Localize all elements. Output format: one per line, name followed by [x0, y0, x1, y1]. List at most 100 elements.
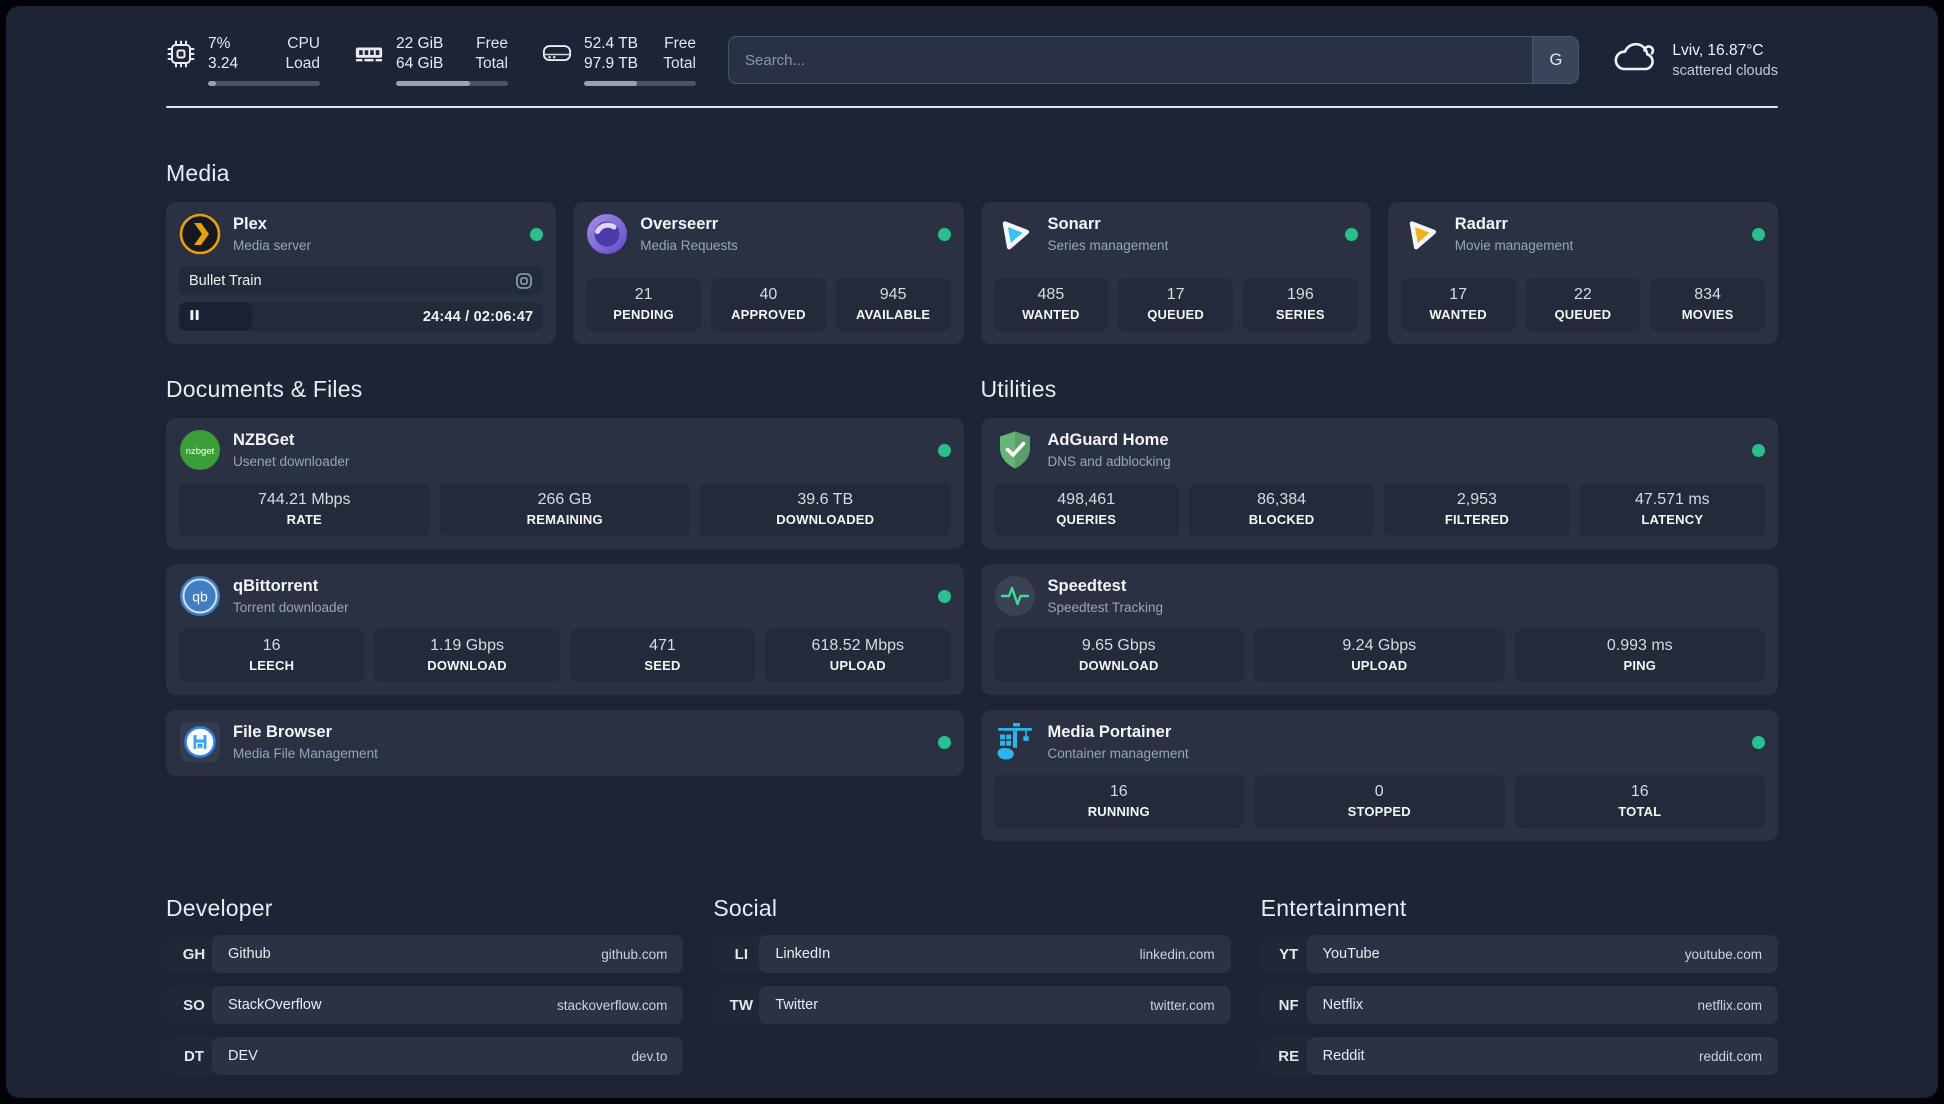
speedtest-pulse-icon [994, 575, 1036, 617]
stats-row: 16 LEECH 1.19 Gbps DOWNLOAD 471 SEED 618… [179, 617, 951, 683]
system-stats: 7% CPU 3.24 Load 22 GiB Free 64 GiB Tota… [166, 34, 696, 87]
card-overseerr[interactable]: Overseerr Media Requests 21 PENDING 40 A… [573, 202, 964, 345]
link-row[interactable]: GH Github github.com [166, 935, 684, 974]
app-title: AdGuard Home [1047, 431, 1169, 450]
stat-label: LEECH [249, 658, 295, 674]
stat-box: 39.6 TB DOWNLOADED [700, 483, 951, 537]
stat-value: 22 [1573, 286, 1592, 304]
stat-value: 16 [262, 637, 281, 655]
app-subtitle: Speedtest Tracking [1047, 600, 1164, 616]
google-search-button[interactable]: G [1532, 37, 1579, 84]
stat-box: 2,953 FILTERED [1384, 483, 1570, 537]
qbittorrent-icon: qb [179, 575, 221, 617]
stat-value: 744.21 Mbps [257, 491, 351, 509]
stat-box: 0.993 ms PING [1514, 629, 1765, 683]
stat-label: LATENCY [1641, 512, 1704, 528]
link-row[interactable]: NF Netflix netflix.com [1260, 986, 1778, 1025]
card-qbittorrent[interactable]: qb qBittorrent Torrent downloader 16 LEE [166, 564, 964, 696]
section-title-documents: Documents & Files [166, 376, 363, 403]
ram-total-label: Total [475, 55, 508, 73]
link-row[interactable]: YT YouTube youtube.com [1260, 935, 1778, 974]
stat-box: 0 STOPPED [1254, 775, 1505, 829]
documents-column: Documents & Files nzbget NZBGet Usenet d… [166, 376, 964, 777]
stat-value: 9.24 Gbps [1342, 637, 1417, 655]
status-dot [530, 227, 544, 241]
playback-progress-bar[interactable]: 24:44 / 02:06:47 [179, 302, 544, 332]
stat-value: 0 [1374, 783, 1384, 801]
ram-stat: 22 GiB Free 64 GiB Total [354, 34, 508, 87]
card-filebrowser[interactable]: File Browser Media File Management [166, 710, 964, 777]
status-dot [1752, 735, 1765, 749]
stat-box: 16 RUNNING [993, 775, 1244, 829]
status-dot [937, 735, 951, 749]
stat-label: TOTAL [1618, 804, 1662, 820]
camera-icon [515, 272, 533, 290]
now-playing-widget: Bullet Train 24:44 / 02:06:47 [179, 255, 544, 332]
utilities-column: Utilities AdGuard Home DNS and adblockin… [980, 376, 1778, 842]
link-row[interactable]: RE Reddit reddit.com [1260, 1037, 1778, 1076]
section-title-utilities: Utilities [980, 376, 1057, 403]
stats-row: 744.21 Mbps RATE 266 GB REMAINING 39.6 T… [179, 471, 951, 537]
card-plex[interactable]: Plex Media server Bullet Train 24:44 / 0… [166, 202, 557, 345]
cpu-icon [166, 39, 196, 69]
stat-label: SERIES [1275, 307, 1325, 323]
link-url: stackoverflow.com [557, 997, 668, 1013]
card-adguard[interactable]: AdGuard Home DNS and adblocking 498,461 … [980, 418, 1778, 550]
portainer-crane-icon [994, 721, 1036, 763]
filebrowser-icon [179, 721, 221, 763]
stat-box: 834 MOVIES [1650, 278, 1765, 332]
status-dot [1752, 443, 1765, 457]
app-subtitle: DNS and adblocking [1047, 454, 1171, 470]
stat-label: WANTED [1429, 307, 1487, 323]
stat-box: 485 WANTED [993, 278, 1109, 332]
now-playing-row[interactable]: Bullet Train [179, 266, 544, 296]
card-radarr[interactable]: Radarr Movie management 17 WANTED 22 QUE… [1387, 202, 1778, 345]
ram-icon [354, 39, 384, 69]
app-subtitle: Series management [1047, 238, 1169, 254]
card-nzbget[interactable]: nzbget NZBGet Usenet downloader 744.21 M… [166, 418, 964, 550]
stat-label: DOWNLOAD [1078, 658, 1159, 674]
section-title-entertainment: Entertainment [1260, 895, 1407, 922]
app-title: NZBGet [233, 431, 295, 450]
app-subtitle: Media File Management [233, 746, 378, 762]
playback-time: 24:44 / 02:06:47 [422, 308, 534, 325]
cloud-icon [1611, 38, 1659, 83]
stat-box: 17 WANTED [1400, 278, 1516, 332]
stat-value: 17 [1449, 286, 1468, 304]
developer-links: Developer GH Github github.com SO StackO… [166, 895, 684, 1076]
dashboard-window: 7% CPU 3.24 Load 22 GiB Free 64 GiB Tota… [6, 6, 1938, 1098]
stat-label: WANTED [1022, 307, 1080, 323]
stat-label: PENDING [613, 307, 674, 323]
disk-total: 97.9 TB [584, 55, 639, 73]
app-title: File Browser [233, 723, 333, 742]
stats-row: 485 WANTED 17 QUEUED 196 SERIES [993, 266, 1358, 332]
stat-label: PING [1623, 658, 1657, 674]
card-portainer[interactable]: Media Portainer Container management 16 … [980, 710, 1778, 842]
stats-row: 21 PENDING 40 APPROVED 945 AVAILABLE [586, 266, 951, 332]
stat-box: 196 SERIES [1243, 278, 1358, 332]
card-sonarr[interactable]: Sonarr Series management 485 WANTED 17 Q… [980, 202, 1371, 345]
stat-label: QUERIES [1056, 512, 1117, 528]
social-links: Social LI LinkedIn linkedin.com TW Twitt… [713, 895, 1231, 1075]
disk-progress-bar [584, 81, 696, 87]
overseerr-icon [586, 213, 628, 255]
link-row[interactable]: DT DEV dev.to [166, 1037, 684, 1076]
stat-label: AVAILABLE [855, 307, 931, 323]
stat-box: 21 PENDING [586, 278, 701, 332]
app-subtitle: Movie management [1454, 238, 1574, 254]
stats-row: 16 RUNNING 0 STOPPED 16 TOTAL [993, 763, 1765, 829]
stat-box: 945 AVAILABLE [835, 278, 951, 332]
link-row[interactable]: LI LinkedIn linkedin.com [713, 935, 1231, 974]
search-input[interactable] [729, 37, 1533, 84]
cpu-progress-bar [208, 81, 320, 87]
status-dot [1752, 227, 1765, 241]
weather-widget[interactable]: Lviv, 16.87°C scattered clouds [1611, 38, 1778, 83]
stat-box: 266 GB REMAINING [439, 483, 690, 537]
adguard-shield-icon [994, 429, 1036, 471]
card-speedtest[interactable]: Speedtest Speedtest Tracking 9.65 Gbps D… [980, 564, 1778, 696]
ram-total: 64 GiB [396, 55, 444, 73]
cpu-load-label: Load [285, 55, 320, 73]
weather-condition: scattered clouds [1672, 62, 1778, 79]
link-row[interactable]: SO StackOverflow stackoverflow.com [166, 986, 684, 1025]
link-row[interactable]: TW Twitter twitter.com [713, 986, 1231, 1025]
